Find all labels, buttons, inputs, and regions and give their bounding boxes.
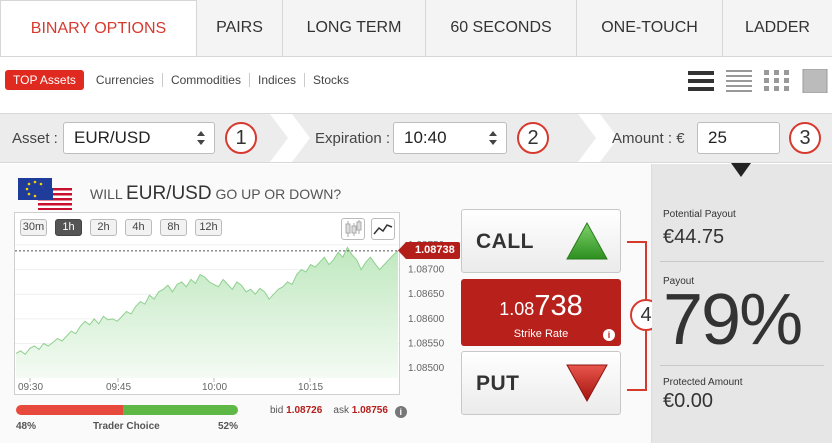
potential-payout-value: €44.75 xyxy=(663,226,725,248)
y-tick-label: 1.08600 xyxy=(408,314,445,325)
y-tick-label: 1.08550 xyxy=(408,339,445,350)
trader-choice-call-pct: 52% xyxy=(218,421,239,432)
timeframe-1h[interactable]: 1h xyxy=(55,219,82,236)
arrow-up-icon xyxy=(566,222,608,260)
strike-info-icon[interactable]: i xyxy=(603,329,615,341)
bid-label: bid xyxy=(270,405,284,416)
ask-value: 1.08756 xyxy=(351,405,388,416)
bid-value: 1.08726 xyxy=(286,405,323,416)
payout-divider xyxy=(660,261,824,262)
timeframe-30m[interactable]: 30m xyxy=(20,219,47,236)
timeframe-2h[interactable]: 2h xyxy=(90,219,117,236)
price-tag-pointer-icon xyxy=(398,242,406,259)
trader-choice-label: Trader Choice xyxy=(93,421,160,432)
timeframe-12h[interactable]: 12h xyxy=(195,219,222,236)
timeframe-4h[interactable]: 4h xyxy=(125,219,152,236)
call-label: CALL xyxy=(476,230,534,253)
trader-choice-put-pct: 48% xyxy=(16,421,37,432)
candlestick-chart-button[interactable] xyxy=(341,218,365,240)
x-tick-label: 10:00 xyxy=(202,382,227,393)
pointer-triangle-icon xyxy=(731,163,751,177)
x-tick-label: 10:15 xyxy=(298,382,323,393)
price-area xyxy=(16,247,398,378)
protected-amount-value: €0.00 xyxy=(663,390,714,412)
potential-payout-label: Potential Payout xyxy=(663,209,736,220)
strike-rate-panel: 1.08738 Strike Rate i xyxy=(461,279,621,346)
arrow-down-icon xyxy=(566,364,608,402)
strike-rate-caption: Strike Rate xyxy=(513,328,569,340)
put-button[interactable]: PUT xyxy=(461,351,621,415)
line-chart-icon xyxy=(373,224,393,235)
trader-choice-put-fill xyxy=(16,405,123,415)
put-label: PUT xyxy=(476,372,520,395)
info-icon[interactable]: i xyxy=(394,406,407,418)
payout-divider xyxy=(660,365,824,366)
timeframe-8h[interactable]: 8h xyxy=(160,219,187,236)
timeframe-selector: 30m 1h 2h 4h 8h 12h xyxy=(20,219,222,236)
x-tick-label: 09:45 xyxy=(106,382,131,393)
call-button[interactable]: CALL xyxy=(461,209,621,273)
trader-choice-call-fill xyxy=(122,405,238,415)
y-tick-label: 1.08650 xyxy=(408,289,445,300)
x-tick-label: 09:30 xyxy=(18,382,43,393)
current-price-tag: 1.08738 xyxy=(405,242,460,259)
payout-value: 79% xyxy=(663,280,803,360)
line-chart-button[interactable] xyxy=(371,218,395,240)
y-tick-label: 1.08500 xyxy=(408,363,445,374)
protected-amount-label: Protected Amount xyxy=(663,377,743,388)
ask-label: ask xyxy=(333,405,349,416)
y-tick-label: 1.08700 xyxy=(408,265,445,276)
candlestick-icon xyxy=(345,220,362,237)
trader-choice-bar xyxy=(16,405,238,415)
strike-rate-value: 1.08738 xyxy=(499,290,583,322)
bid-ask-readout: bid 1.08726 ask 1.08756 i xyxy=(270,405,407,418)
